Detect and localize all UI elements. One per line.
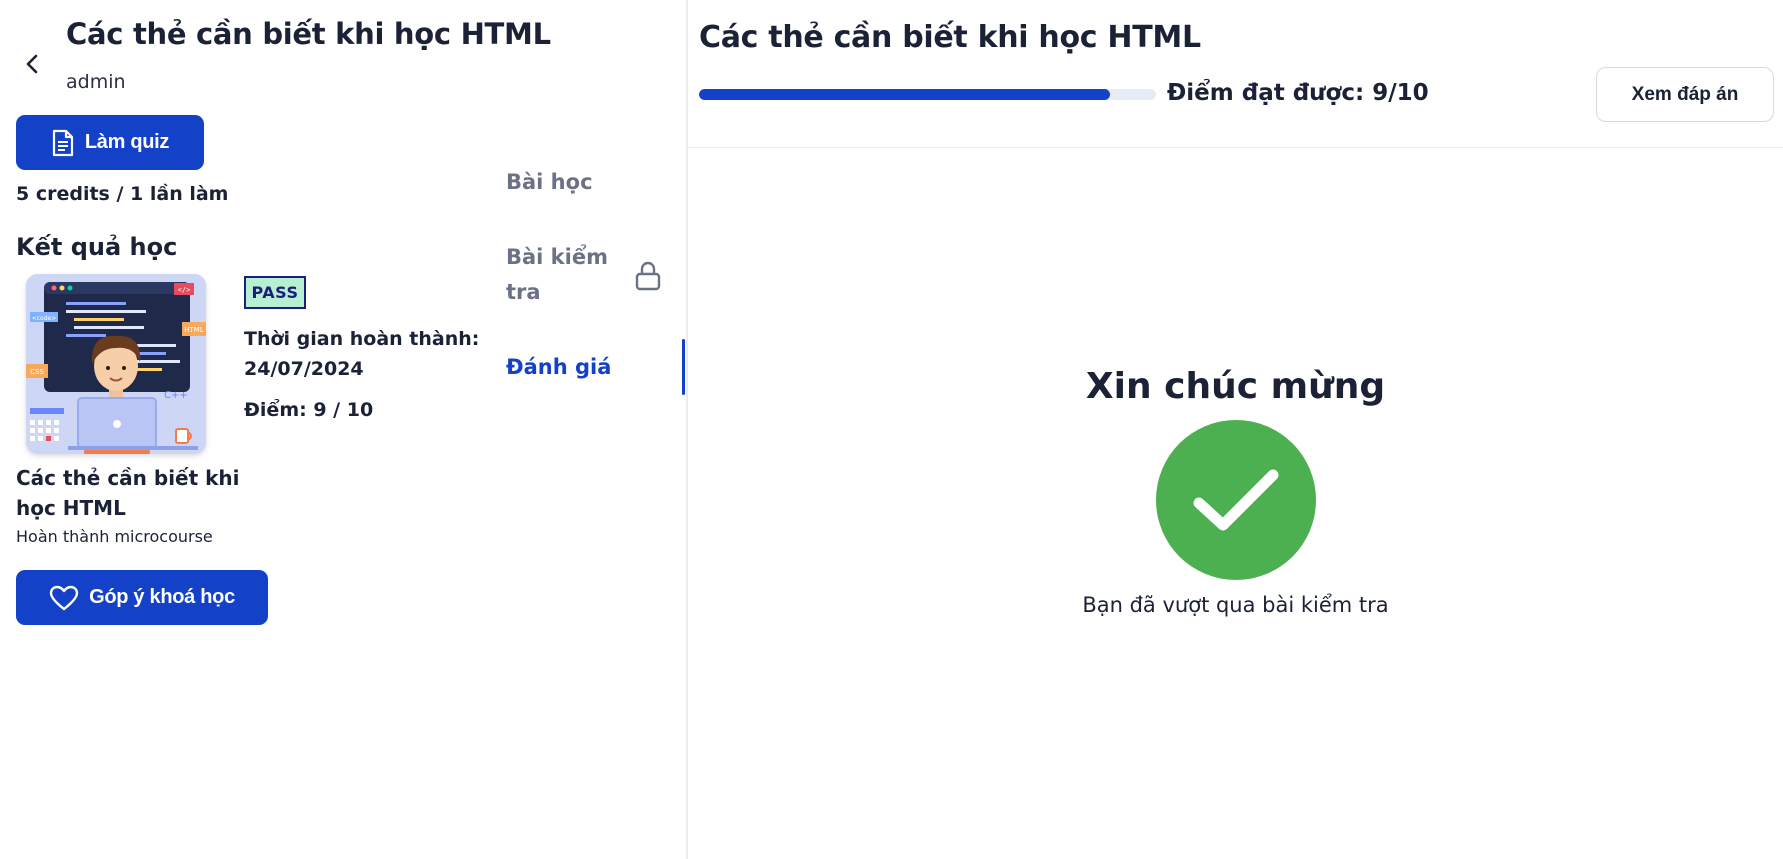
course-feedback-label: Góp ý khoá học	[89, 586, 235, 608]
results-heading: Kết quả học	[16, 233, 178, 261]
header-divider	[688, 147, 1783, 148]
score-label: Điểm đạt được: 9/10	[1167, 80, 1429, 106]
svg-text:CSS: CSS	[30, 368, 44, 376]
checkmark-icon	[1193, 469, 1279, 531]
congrats-title: Xin chúc mừng	[1085, 366, 1386, 407]
take-quiz-button[interactable]: Làm quiz	[16, 115, 204, 170]
lock-icon	[635, 261, 661, 291]
nav-item-lessons[interactable]: Bài học	[506, 165, 593, 200]
view-answers-button[interactable]: Xem đáp án	[1596, 67, 1774, 122]
nav-item-tests[interactable]: Bài kiểm tra	[506, 240, 626, 310]
back-button[interactable]	[18, 50, 46, 78]
success-badge	[1156, 420, 1316, 580]
passed-message: Bạn đã vượt qua bài kiểm tra	[1082, 593, 1389, 617]
course-thumbnail: </> <code> HTML CSS C++	[26, 274, 206, 454]
credits-info: 5 credits / 1 lần làm	[16, 183, 229, 205]
svg-text:HTML: HTML	[184, 326, 204, 334]
completion-date: 24/07/2024	[244, 358, 364, 380]
result-card-title-line2: học HTML	[16, 496, 126, 520]
developer-illustration: </> <code> HTML CSS C++	[26, 274, 206, 454]
document-icon	[52, 129, 73, 156]
result-score: Điểm: 9 / 10	[244, 399, 374, 421]
svg-text:<code>: <code>	[32, 315, 57, 322]
course-author: admin	[66, 71, 126, 93]
course-feedback-button[interactable]: Góp ý khoá học	[16, 570, 268, 625]
result-card-subtitle: Hoàn thành microcourse	[16, 527, 213, 546]
quiz-title: Các thẻ cần biết khi học HTML	[699, 20, 1201, 55]
result-card-title-line1: Các thẻ cần biết khi	[16, 466, 240, 490]
status-badge: PASS	[244, 276, 306, 309]
score-progress-bar	[699, 89, 1156, 100]
take-quiz-label: Làm quiz	[84, 131, 170, 153]
course-sidebar-panel: Các thẻ cần biết khi học HTML admin Làm …	[0, 0, 686, 859]
course-title: Các thẻ cần biết khi học HTML	[66, 17, 551, 51]
svg-text:C++: C++	[164, 390, 188, 401]
chevron-left-icon	[26, 54, 38, 74]
nav-item-evaluation[interactable]: Đánh giá	[506, 350, 611, 385]
score-progress-fill	[699, 89, 1111, 100]
svg-text:</>: </>	[178, 286, 191, 294]
nav-active-indicator	[682, 339, 685, 395]
completion-time-label: Thời gian hoàn thành:	[244, 328, 480, 350]
heart-icon	[49, 585, 79, 610]
quiz-result-panel: Các thẻ cần biết khi học HTML Điểm đạt đ…	[688, 0, 1783, 859]
